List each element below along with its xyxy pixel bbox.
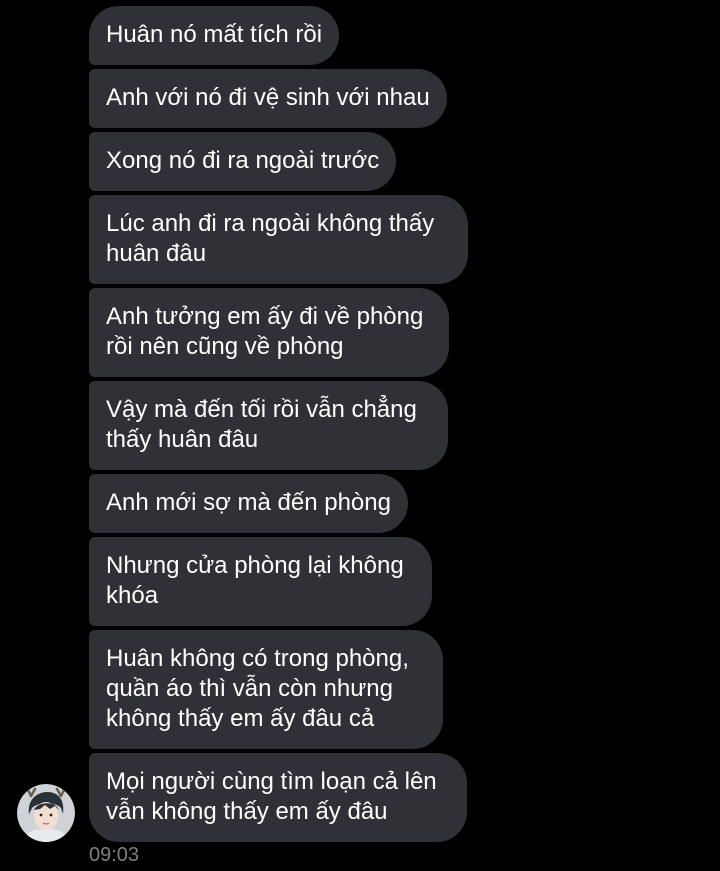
message-bubble[interactable]: Lúc anh đi ra ngoài không thấy huân đâu	[89, 195, 468, 284]
message-timestamp: 09:03	[89, 844, 140, 866]
message-bubble[interactable]: Anh với nó đi vệ sinh với nhau	[89, 69, 447, 128]
message-bubble[interactable]: Anh tưởng em ấy đi về phòng rồi nên cũng…	[89, 288, 449, 377]
message-bubble[interactable]: Huân không có trong phòng, quần áo thì v…	[89, 630, 443, 749]
message-bubble[interactable]: Nhưng cửa phòng lại không khóa	[89, 537, 432, 626]
sender-avatar[interactable]	[17, 784, 75, 842]
message-bubble[interactable]: Huân nó mất tích rồi	[89, 6, 340, 65]
message-thread: Huân nó mất tích rồi Anh với nó đi vệ si…	[89, 6, 509, 842]
avatar-photo-icon	[17, 784, 75, 842]
message-bubble[interactable]: Vậy mà đến tối rồi vẫn chẳng thấy huân đ…	[89, 381, 448, 470]
message-bubble[interactable]: Mọi người cùng tìm loạn cả lên vẫn không…	[89, 753, 467, 842]
message-bubble[interactable]: Anh mới sợ mà đến phòng	[89, 474, 408, 533]
message-bubble[interactable]: Xong nó đi ra ngoài trước	[89, 132, 397, 191]
